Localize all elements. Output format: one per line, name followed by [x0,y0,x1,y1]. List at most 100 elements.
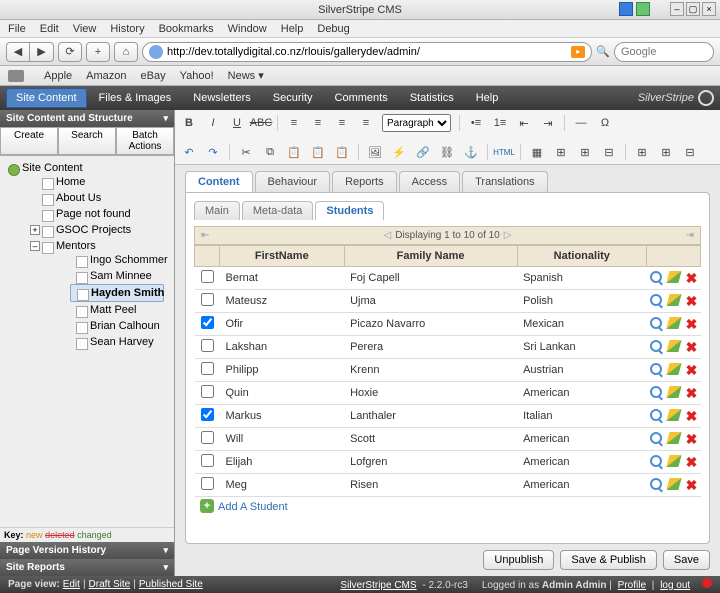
page-prev-icon[interactable]: ◁ [384,230,392,241]
forward-button[interactable]: ▶ [30,42,54,62]
edit-icon[interactable] [666,317,681,329]
subtab-batch[interactable]: Batch Actions [116,127,174,155]
home-button[interactable]: ⌂ [114,42,138,62]
bold-button[interactable]: B [181,115,197,131]
tab-behaviour[interactable]: Behaviour [255,171,331,192]
italic-button[interactable]: I [205,115,221,131]
table-row[interactable]: MarkusLanthalerItalian✖ [195,405,701,428]
edit-icon[interactable] [666,363,681,375]
col-after-button[interactable]: ⊞ [658,144,674,160]
tree-home[interactable]: Home [36,174,168,190]
table-row[interactable]: MegRisenAmerican✖ [195,474,701,497]
panel-version-history[interactable]: Page Version History▾ [0,542,174,559]
page-next-icon[interactable]: ▷ [504,230,512,241]
row-after-button[interactable]: ⊞ [577,144,593,160]
row-before-button[interactable]: ⊞ [553,144,569,160]
tree-notfound[interactable]: Page not found [36,206,168,222]
view-icon[interactable] [650,432,662,444]
collapse-icon[interactable]: ▾ [163,113,168,124]
bookmark-amazon[interactable]: Amazon [86,70,126,82]
undo-button[interactable]: ↶ [181,144,197,160]
close-button[interactable]: × [702,2,716,16]
tab-reports[interactable]: Reports [332,171,397,192]
view-icon[interactable] [650,409,662,421]
bookmark-apple[interactable]: Apple [44,70,72,82]
edit-icon[interactable] [666,271,681,283]
paste-text-button[interactable]: 📋 [310,144,326,160]
edit-icon[interactable] [666,478,681,490]
footer-logout[interactable]: log out [660,580,690,591]
menu-edit[interactable]: Edit [40,23,59,35]
add-tab-button[interactable]: + [86,42,110,62]
edit-icon[interactable] [666,432,681,444]
footer-draft[interactable]: Draft Site [89,579,131,590]
nav-site-content[interactable]: Site Content [6,88,87,108]
view-icon[interactable] [650,478,662,490]
sidebar-header[interactable]: Site Content and Structure ▾ [0,110,174,127]
tree-mentor-item[interactable]: Matt Peel [70,302,164,318]
menu-window[interactable]: Window [228,23,267,35]
indent-button[interactable]: ⇥ [540,115,556,131]
table-row[interactable]: LakshanPereraSri Lankan✖ [195,336,701,359]
view-icon[interactable] [650,363,662,375]
subtab-create[interactable]: Create [0,127,58,155]
menu-file[interactable]: File [8,23,26,35]
row-checkbox[interactable] [201,431,214,444]
col-familyname[interactable]: Family Name [344,246,517,267]
nav-help[interactable]: Help [466,88,509,108]
delete-row-button[interactable]: ⊟ [601,144,617,160]
row-checkbox[interactable] [201,362,214,375]
col-firstname[interactable]: FirstName [220,246,345,267]
footer-published[interactable]: Published Site [139,579,203,590]
menu-debug[interactable]: Debug [317,23,349,35]
table-row[interactable]: ElijahLofgrenAmerican✖ [195,451,701,474]
browser-search[interactable]: Google [614,42,714,62]
redo-button[interactable]: ↷ [205,144,221,160]
edit-icon[interactable] [666,409,681,421]
table-row[interactable]: MateuszUjmaPolish✖ [195,290,701,313]
nav-files-images[interactable]: Files & Images [89,88,182,108]
row-checkbox[interactable] [201,385,214,398]
row-checkbox[interactable] [201,408,214,421]
menu-bookmarks[interactable]: Bookmarks [159,23,214,35]
innertab-main[interactable]: Main [194,201,240,220]
cut-button[interactable]: ✂ [238,144,254,160]
html-button[interactable]: HTML [496,144,512,160]
row-checkbox[interactable] [201,339,214,352]
table-row[interactable]: BernatFoj CapellSpanish✖ [195,267,701,290]
tree-mentor-item[interactable]: Sean Harvey [70,334,164,350]
view-icon[interactable] [650,317,662,329]
edit-icon[interactable] [666,386,681,398]
subtab-search[interactable]: Search [58,127,116,155]
url-input[interactable] [167,46,571,58]
table-row[interactable]: PhilippKrennAustrian✖ [195,359,701,382]
tab-access[interactable]: Access [399,171,460,192]
page-first-icon[interactable]: ⇤ [201,230,209,241]
charmap-button[interactable]: Ω [597,115,613,131]
table-row[interactable]: OfirPicazo NavarroMexican✖ [195,313,701,336]
row-checkbox[interactable] [201,477,214,490]
tree-mentors[interactable]: –Mentors Ingo Schommer Sam Minnee Hayden… [36,238,168,352]
collapse-icon[interactable]: – [30,241,40,251]
col-before-button[interactable]: ⊞ [634,144,650,160]
underline-button[interactable]: U [229,115,245,131]
table-row[interactable]: QuinHoxieAmerican✖ [195,382,701,405]
expand-icon[interactable]: + [30,225,40,235]
footer-product[interactable]: SilverStripe CMS [340,580,416,591]
footer-edit[interactable]: Edit [63,579,80,590]
col-nationality[interactable]: Nationality [517,246,646,267]
delete-icon[interactable]: ✖ [686,293,698,309]
image-button[interactable]: 🖼 [367,144,383,160]
bookmark-news[interactable]: News ▾ [228,69,264,82]
tree-mentor-item-selected[interactable]: Hayden Smith [70,284,164,302]
flash-button[interactable]: ⚡ [391,144,407,160]
menu-view[interactable]: View [73,23,97,35]
url-bar[interactable]: ▸ [142,42,592,62]
delete-icon[interactable]: ✖ [686,477,698,493]
delete-icon[interactable]: ✖ [686,339,698,355]
tree-gsoc[interactable]: +GSOC Projects [36,222,168,238]
tab-translations[interactable]: Translations [462,171,548,192]
edit-icon[interactable] [666,294,681,306]
edit-icon[interactable] [666,340,681,352]
view-icon[interactable] [650,294,662,306]
